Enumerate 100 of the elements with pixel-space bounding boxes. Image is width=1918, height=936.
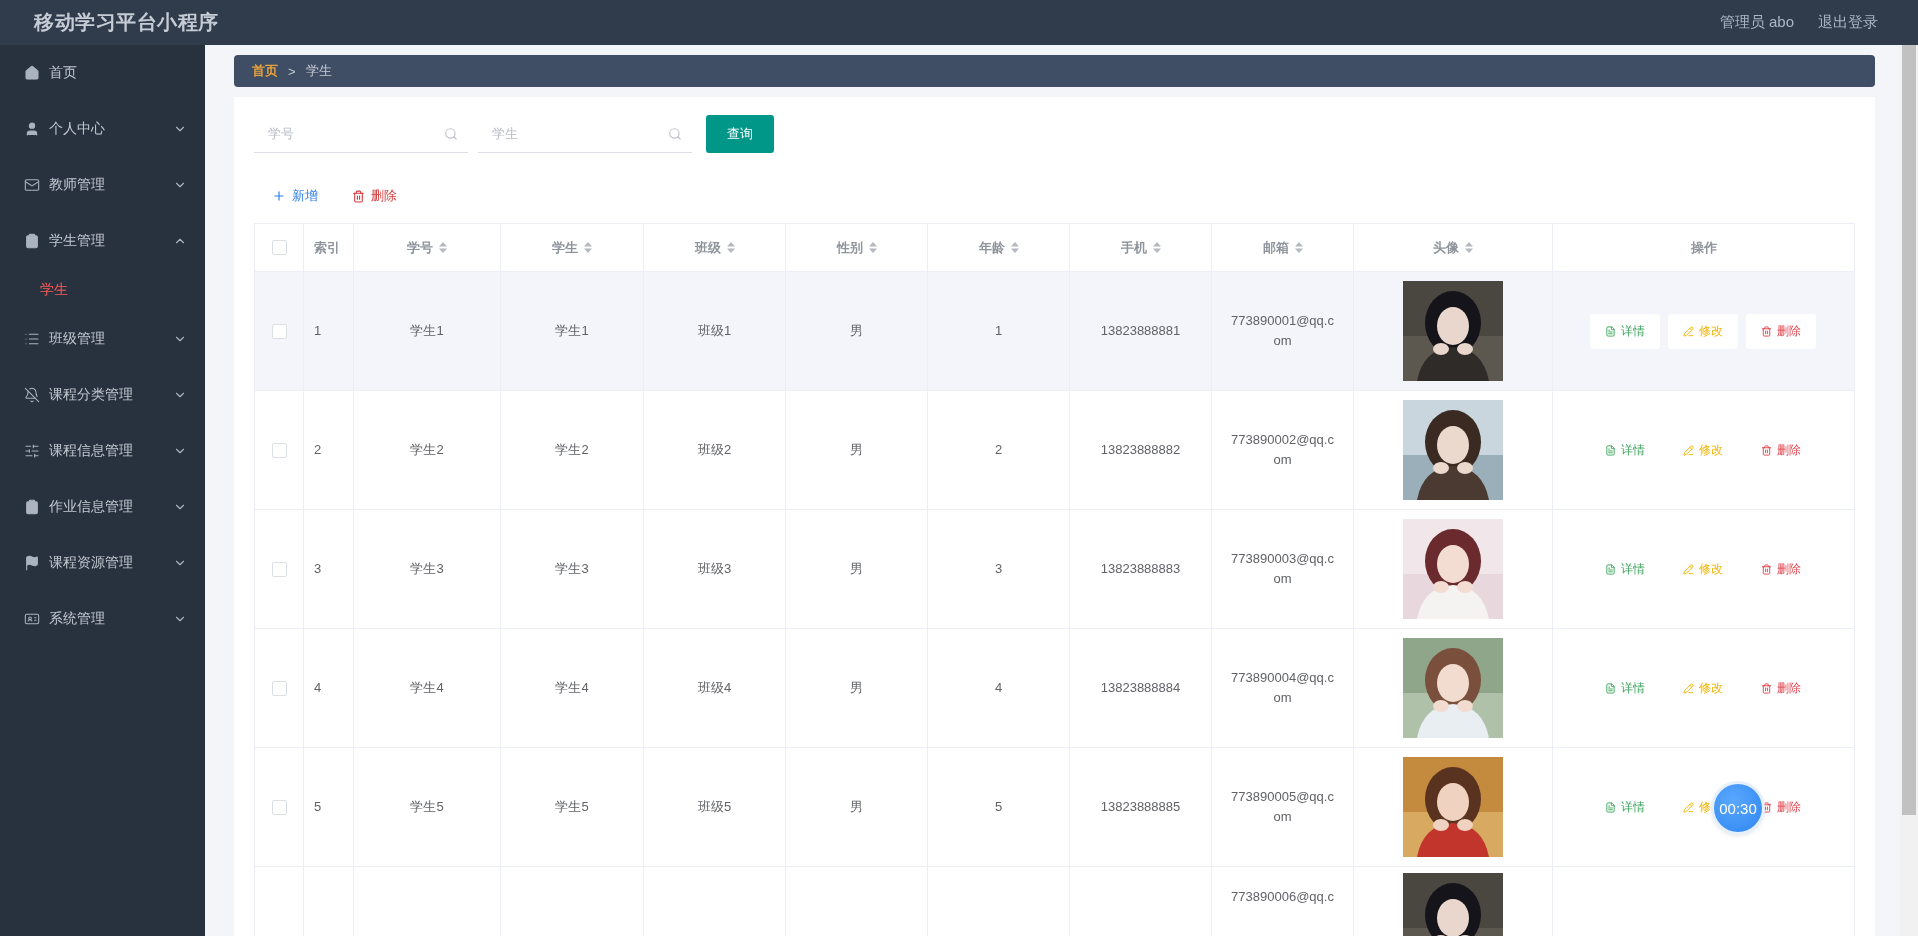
sidebar-item[interactable]: 课程分类管理	[0, 367, 205, 423]
trash-icon	[1761, 444, 1772, 456]
sidebar-item[interactable]: 系统管理	[0, 591, 205, 647]
select-all-checkbox[interactable]	[271, 240, 287, 255]
column-header[interactable]: 头像	[1433, 238, 1459, 257]
table-cell-text: 学生1	[555, 322, 589, 340]
search-icon	[668, 127, 682, 141]
table-cell-text: 男	[850, 798, 863, 816]
table-cell-text: 773890006@qq.c	[1230, 888, 1335, 906]
table-cell-text: 1	[314, 322, 322, 340]
sidebar-item[interactable]: 个人中心	[0, 101, 205, 157]
delete-button[interactable]: 删除	[1761, 670, 1801, 706]
header-link[interactable]: 退出登录	[1818, 13, 1878, 32]
column-header: 索引	[314, 238, 340, 257]
sort-icon[interactable]	[1294, 242, 1303, 253]
sidebar-item[interactable]: 学生管理	[0, 213, 205, 269]
row-checkbox[interactable]	[271, 799, 287, 815]
row-checkbox[interactable]	[271, 680, 287, 696]
column-header[interactable]: 手机	[1120, 238, 1147, 257]
document-icon	[1605, 563, 1616, 575]
sort-icon[interactable]	[1152, 242, 1161, 253]
column-header[interactable]: 邮箱	[1262, 238, 1289, 257]
sort-icon[interactable]	[868, 242, 877, 253]
sidebar-item[interactable]: 课程信息管理	[0, 423, 205, 479]
table-cell-text: 班级1	[697, 322, 732, 340]
sort-icon[interactable]	[584, 242, 592, 253]
column-header[interactable]: 学生	[552, 238, 578, 257]
sidebar-subitem[interactable]: 学生	[0, 269, 205, 311]
row-checkbox[interactable]	[271, 442, 287, 458]
table-cell-text: 3	[994, 560, 1003, 578]
table-cell-text: 13823888882	[1100, 441, 1181, 459]
sliders-icon	[24, 443, 40, 459]
table-cell-text: 5	[994, 798, 1003, 816]
sidebar-item[interactable]: 作业信息管理	[0, 479, 205, 535]
row-checkbox[interactable]	[271, 323, 287, 339]
sidebar-item[interactable]: 首页	[0, 45, 205, 101]
column-header[interactable]: 班级	[694, 238, 721, 257]
detail-button[interactable]: 详情	[1605, 432, 1645, 468]
table-cell-text: 4	[314, 679, 322, 697]
sidebar-item[interactable]: 教师管理	[0, 157, 205, 213]
table-cell-text: 773890001@qq.com	[1230, 312, 1335, 350]
table-cell-text: 学生3	[410, 560, 444, 578]
sort-icon[interactable]	[439, 242, 447, 253]
table-cell-text: 班级5	[697, 798, 732, 816]
scrollbar-thumb[interactable]	[1902, 45, 1916, 815]
sidebar-item[interactable]: 课程资源管理	[0, 535, 205, 591]
sort-icon[interactable]	[1465, 242, 1473, 253]
search-field[interactable]: 学生	[478, 115, 692, 153]
table-cell-text: 1	[994, 322, 1003, 340]
add-button[interactable]: 新增	[264, 183, 326, 209]
search-icon	[444, 127, 458, 141]
sort-icon[interactable]	[1010, 242, 1019, 253]
user-icon	[24, 121, 40, 137]
row-checkbox[interactable]	[271, 561, 287, 577]
table-cell-text: 男	[850, 679, 863, 697]
table-cell-text: 2	[314, 441, 322, 459]
table-cell-text: 13823888883	[1100, 560, 1181, 578]
detail-button[interactable]: 详情	[1605, 551, 1645, 587]
table-row[interactable]: 1 学生1 学生1 班级1 男 1 13823888881 773890001@qq.com 详情 修改 删除	[255, 272, 1854, 391]
table-cell-text: 773890002@qq.com	[1230, 431, 1335, 469]
breadcrumb-link[interactable]: 首页	[252, 62, 278, 80]
table-row[interactable]: 3 学生3 学生3 班级3 男 3 13823888883 773890003@qq.com 详情 修改 删除	[255, 510, 1854, 629]
detail-button[interactable]: 详情	[1590, 313, 1660, 349]
table-cell-text: 班级2	[697, 441, 732, 459]
column-header[interactable]: 年龄	[978, 238, 1005, 257]
timer-badge[interactable]: 00:30	[1714, 784, 1762, 832]
pencil-icon	[1683, 444, 1694, 456]
pencil-icon	[1683, 563, 1694, 575]
table-cell-text: 男	[850, 322, 863, 340]
sidebar-item[interactable]: 班级管理	[0, 311, 205, 367]
pencil-icon	[1683, 682, 1694, 694]
bell-off-icon	[24, 387, 40, 403]
detail-button[interactable]: 详情	[1605, 789, 1645, 825]
pencil-icon	[1683, 801, 1694, 813]
table-cell-text: 学生2	[410, 441, 444, 459]
column-header[interactable]: 学号	[407, 238, 433, 257]
document-icon	[1605, 682, 1616, 694]
search-field[interactable]: 学号	[254, 115, 468, 153]
table-cell-text: 13823888884	[1100, 679, 1181, 697]
column-header[interactable]: 性别	[836, 238, 863, 257]
sort-icon[interactable]	[726, 242, 735, 253]
delete-button[interactable]: 删除	[1761, 551, 1801, 587]
query-button[interactable]: 查询	[706, 115, 774, 153]
detail-button[interactable]: 详情	[1605, 670, 1645, 706]
delete-button[interactable]: 删除	[1746, 313, 1816, 349]
table-cell-text: 班级4	[697, 679, 732, 697]
table-cell-text: 5	[314, 798, 322, 816]
list-icon	[24, 331, 40, 347]
header-link[interactable]: 管理员 abo	[1719, 13, 1794, 32]
document-icon	[1605, 444, 1616, 456]
delete-button[interactable]: 删除	[1761, 789, 1801, 825]
breadcrumb-link[interactable]: 学生	[305, 62, 332, 80]
table-row[interactable]: 4 学生4 学生4 班级4 男 4 13823888884 773890004@qq.com 详情 修改 删除	[255, 629, 1854, 748]
app-title: 移动学习平台小程序	[34, 10, 219, 35]
column-header: 操作	[1690, 238, 1717, 257]
mail-icon	[24, 177, 40, 193]
table-cell-text: 班级3	[697, 560, 732, 578]
delete-button[interactable]: 删除	[344, 183, 405, 209]
table-row[interactable]: 2 学生2 学生2 班级2 男 2 13823888882 773890002@qq.com 详情 修改 删除	[255, 391, 1854, 510]
delete-button[interactable]: 删除	[1761, 432, 1801, 468]
